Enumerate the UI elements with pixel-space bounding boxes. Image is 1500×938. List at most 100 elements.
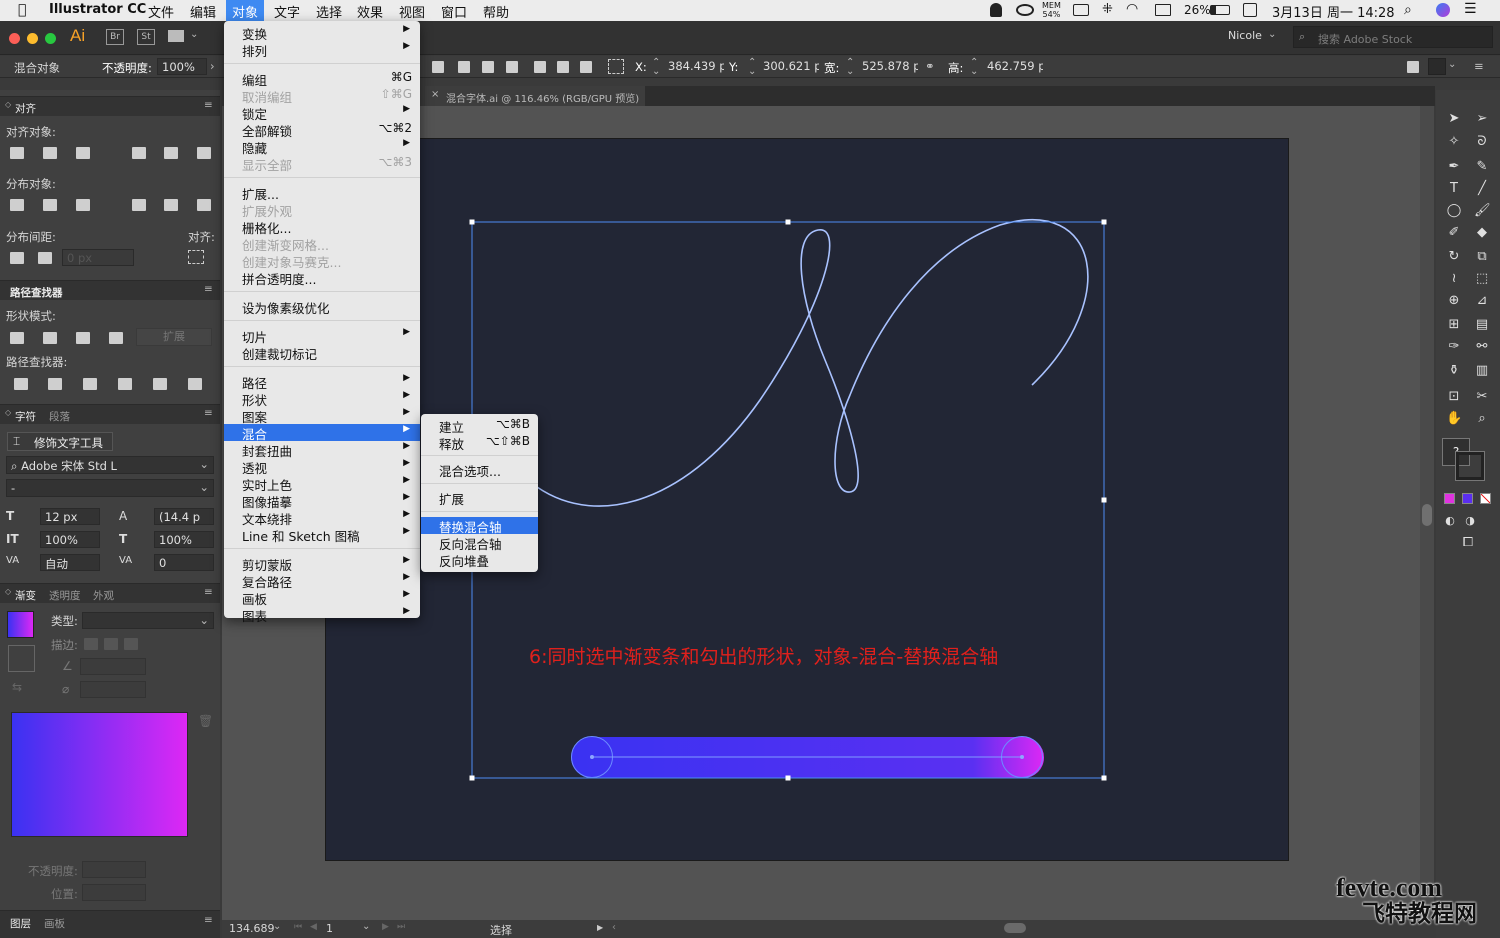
- direct-selection-tool-icon[interactable]: ➢: [1474, 112, 1490, 126]
- width-tool-icon[interactable]: ≀: [1446, 272, 1462, 286]
- tab-character[interactable]: 字符: [15, 409, 36, 424]
- rotate-tool-icon[interactable]: ↻: [1446, 250, 1462, 264]
- gradient-mode-icon[interactable]: [1462, 493, 1473, 504]
- align-top-icon[interactable]: [132, 147, 146, 159]
- selection-tool-icon[interactable]: ➤: [1446, 112, 1462, 126]
- touch-type-button[interactable]: ⌶ 修饰文字工具: [7, 432, 113, 451]
- horizontal-scale-input[interactable]: 100%: [154, 531, 214, 548]
- character-panel-header[interactable]: ◇ 字符 段落 ≡: [0, 404, 220, 424]
- next-page-icon[interactable]: ▶: [382, 922, 389, 932]
- pathfinder-panel-title[interactable]: 路径查找器: [10, 285, 63, 300]
- gradient-preview[interactable]: [11, 712, 188, 837]
- horizontal-scroll-thumb[interactable]: [1004, 923, 1026, 933]
- stop-opacity-input[interactable]: [82, 861, 146, 878]
- fill-stroke-icon[interactable]: [8, 645, 35, 672]
- outline-icon[interactable]: [153, 378, 167, 390]
- gradient-type-select[interactable]: ⌄: [82, 612, 214, 629]
- scale-tool-icon[interactable]: ⧉: [1474, 250, 1490, 264]
- align-left-icon[interactable]: [10, 147, 24, 159]
- align-right-icon[interactable]: [76, 147, 90, 159]
- last-page-icon[interactable]: ⏭: [397, 922, 405, 932]
- vertical-scale-input[interactable]: 100%: [40, 531, 100, 548]
- distribute-vcenter-icon[interactable]: [43, 199, 57, 211]
- stroke-color-icon[interactable]: [1455, 451, 1485, 481]
- gradient-tool-icon[interactable]: ▤: [1474, 318, 1490, 332]
- scroll-left-icon[interactable]: ‹: [612, 922, 616, 933]
- tab-artboards[interactable]: 画板: [44, 916, 65, 931]
- reverse-gradient-icon[interactable]: ⇆: [12, 680, 22, 694]
- leading-input[interactable]: (14.4 p: [154, 508, 214, 525]
- pathfinder-panel-header[interactable]: 路径查找器 ≡: [0, 280, 220, 300]
- tracking-input[interactable]: 0: [154, 554, 214, 571]
- object-menu-item[interactable]: 图案 ▶: [224, 407, 420, 425]
- perspective-grid-tool-icon[interactable]: ⊿: [1474, 294, 1490, 308]
- object-menu-item[interactable]: 切片 ▶: [224, 327, 420, 345]
- zoom-tool-icon[interactable]: ⌕: [1474, 412, 1490, 426]
- gradient-swatch[interactable]: [7, 611, 34, 638]
- object-menu-item[interactable]: 封套扭曲 ▶: [224, 441, 420, 459]
- color-mode-icon[interactable]: [1444, 493, 1455, 504]
- minus-front-icon[interactable]: [43, 332, 57, 344]
- handle-tr[interactable]: [1101, 219, 1107, 225]
- object-menu-item[interactable]: 变换 ▶: [224, 24, 420, 42]
- tab-appearance[interactable]: 外观: [93, 588, 114, 603]
- distribute-top-icon[interactable]: [10, 199, 24, 211]
- object-menu-item[interactable]: 剪切蒙版 ▶: [224, 555, 420, 573]
- magic-wand-tool-icon[interactable]: ✧: [1446, 135, 1462, 149]
- draw-normal-icon[interactable]: ◐: [1442, 514, 1458, 528]
- page-number[interactable]: 1: [326, 922, 333, 935]
- symbol-sprayer-tool-icon[interactable]: ⚱: [1446, 364, 1462, 378]
- collapse-icon[interactable]: ◇: [5, 100, 11, 109]
- object-menu-item[interactable]: 隐藏 ▶: [224, 138, 420, 156]
- object-menu-item[interactable]: 图表 ▶: [224, 606, 420, 624]
- blend-menu-item[interactable]: 混合选项...: [421, 461, 538, 479]
- align-to-selection-icon[interactable]: [188, 250, 204, 264]
- zoom-chevron-icon[interactable]: ⌄: [273, 921, 281, 932]
- object-menu-item[interactable]: 显示全部 ⌥⌘3: [224, 155, 420, 173]
- handle-bl[interactable]: [469, 775, 475, 781]
- blend-anchor-start[interactable]: [590, 755, 594, 759]
- mesh-tool-icon[interactable]: ⊞: [1446, 318, 1462, 332]
- draw-behind-icon[interactable]: ◑: [1462, 514, 1478, 528]
- handle-tl[interactable]: [469, 219, 475, 225]
- handle-tc[interactable]: [785, 219, 791, 225]
- object-menu-item[interactable]: 画板 ▶: [224, 589, 420, 607]
- handle-br[interactable]: [1101, 775, 1107, 781]
- object-menu-item[interactable]: 取消编组 ⇧⌘G: [224, 87, 420, 105]
- crop-icon[interactable]: [118, 378, 132, 390]
- curvature-tool-icon[interactable]: ✎: [1474, 160, 1490, 174]
- distribute-left-icon[interactable]: [132, 199, 146, 211]
- blend-menu-item[interactable]: 替换混合轴: [421, 517, 538, 535]
- collapse-icon[interactable]: ◇: [5, 587, 11, 596]
- blend-tool-icon[interactable]: ⚯: [1474, 340, 1490, 354]
- minus-back-icon[interactable]: [188, 378, 202, 390]
- stroke-across-icon[interactable]: [124, 638, 138, 650]
- prev-page-icon[interactable]: ◀: [310, 922, 317, 932]
- object-menu-item[interactable]: 混合 ▶: [224, 424, 420, 442]
- handle-bc[interactable]: [785, 775, 791, 781]
- line-tool-icon[interactable]: ╱: [1474, 182, 1490, 196]
- font-size-input[interactable]: 12 px: [40, 508, 100, 525]
- hand-tool-icon[interactable]: ✋: [1446, 412, 1462, 426]
- pen-tool-icon[interactable]: ✒: [1446, 160, 1462, 174]
- collapse-icon[interactable]: ◇: [5, 408, 11, 417]
- trim-icon[interactable]: [48, 378, 62, 390]
- object-menu-item[interactable]: 透视 ▶: [224, 458, 420, 476]
- page-chevron-icon[interactable]: ⌄: [362, 921, 370, 932]
- tab-gradient[interactable]: 渐变: [15, 588, 36, 603]
- object-menu-item[interactable]: 创建对象马赛克...: [224, 252, 420, 270]
- paintbrush-tool-icon[interactable]: 🖌: [1474, 204, 1491, 218]
- font-style-select[interactable]: - ⌄: [6, 479, 214, 497]
- object-menu-item[interactable]: 栅格化...: [224, 218, 420, 236]
- distribute-hspace-icon[interactable]: [38, 252, 52, 264]
- exclude-icon[interactable]: [109, 332, 123, 344]
- object-menu-item[interactable]: 扩展...: [224, 184, 420, 202]
- layers-panel-header[interactable]: 图层 画板 ≡: [0, 910, 220, 938]
- object-menu-item[interactable]: 图像描摹 ▶: [224, 492, 420, 510]
- eraser-tool-icon[interactable]: ◆: [1474, 226, 1490, 240]
- type-tool-icon[interactable]: T: [1446, 182, 1462, 196]
- vertical-scroll-thumb[interactable]: [1422, 504, 1432, 526]
- panel-menu-icon[interactable]: ≡: [204, 914, 213, 926]
- angle-input[interactable]: [80, 658, 146, 675]
- blend-anchor-end[interactable]: [1020, 755, 1024, 759]
